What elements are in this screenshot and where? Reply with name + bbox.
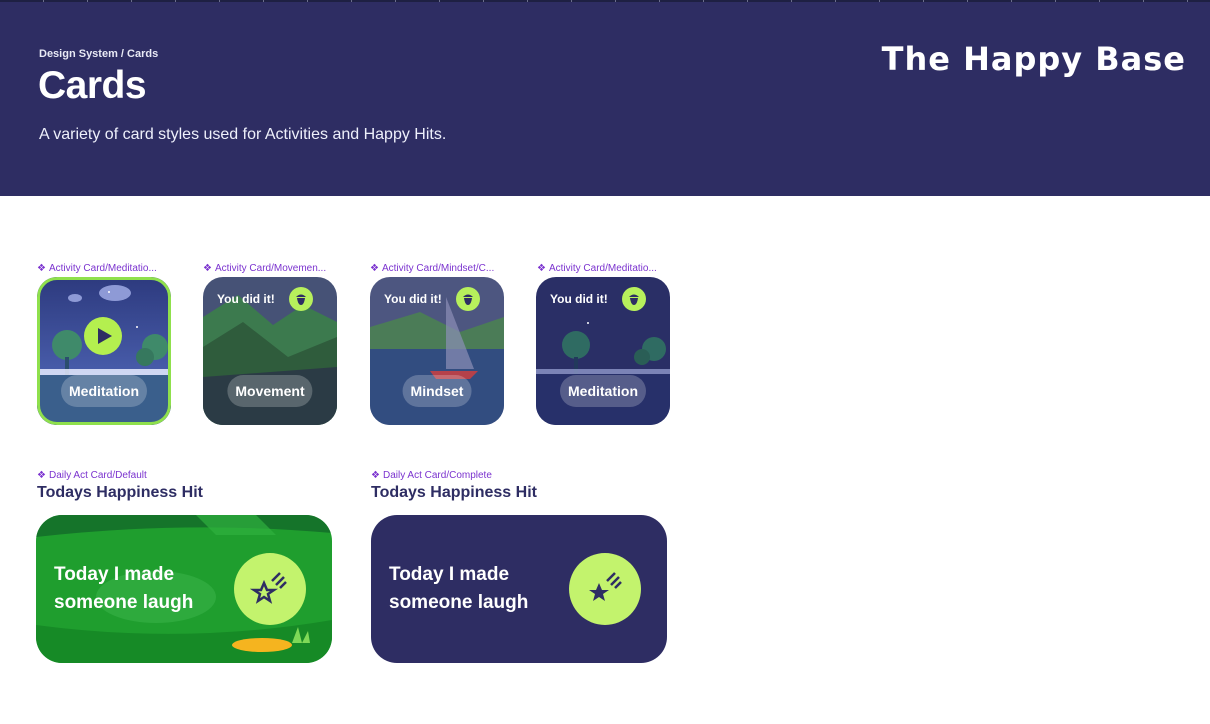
star-icon — [250, 572, 287, 604]
page-header: Design System / Cards Cards A variety of… — [0, 0, 1210, 196]
breadcrumb[interactable]: Design System / Cards — [39, 48, 158, 60]
component-icon: ❖ — [37, 470, 46, 481]
component-label-activity-mindset[interactable]: ❖ Activity Card/Mindset/C... — [370, 263, 505, 274]
complete-badge-text: You did it! — [384, 292, 442, 306]
section-title-complete: Todays Happiness Hit — [371, 484, 537, 501]
activity-label: Meditation — [560, 375, 646, 407]
activity-label: Mindset — [402, 375, 472, 407]
activity-card-meditation-complete[interactable]: You did it! Meditation — [536, 277, 670, 425]
activity-card-mindset[interactable]: You did it! Mindset — [370, 277, 504, 425]
daily-act-card-complete[interactable]: Today I made someone laugh — [371, 515, 667, 663]
play-button[interactable] — [84, 317, 122, 355]
activity-card-movement[interactable]: You did it! Movement — [203, 277, 337, 425]
component-icon: ❖ — [537, 263, 546, 274]
daily-act-text: Today I made someone laugh — [54, 564, 194, 613]
activity-card-meditation[interactable]: Meditation — [37, 277, 171, 425]
acorn-icon — [622, 287, 646, 311]
star-button[interactable] — [569, 553, 641, 625]
brand-logo: The Happy Base — [881, 40, 1186, 78]
component-icon: ❖ — [203, 263, 212, 274]
acorn-icon — [456, 287, 480, 311]
component-icon: ❖ — [37, 263, 46, 274]
daily-act-card-default[interactable]: Today I made someone laugh — [36, 515, 332, 663]
complete-badge-text: You did it! — [217, 292, 275, 306]
component-label-activity-movement[interactable]: ❖ Activity Card/Movemen... — [203, 263, 338, 274]
component-icon: ❖ — [371, 470, 380, 481]
daily-act-text: Today I made someone laugh — [389, 564, 529, 613]
star-button[interactable] — [234, 553, 306, 625]
component-icon: ❖ — [370, 263, 379, 274]
page-title: Cards — [38, 64, 147, 107]
play-icon — [98, 328, 112, 344]
component-label-daily-complete[interactable]: ❖ Daily Act Card/Complete — [371, 470, 571, 481]
acorn-icon — [289, 287, 313, 311]
activity-label: Movement — [227, 375, 313, 407]
page-subtitle: A variety of card styles used for Activi… — [39, 126, 447, 143]
component-label-activity-meditation[interactable]: ❖ Activity Card/Meditatio... — [37, 263, 172, 274]
star-icon — [589, 572, 622, 601]
component-label-daily-default[interactable]: ❖ Daily Act Card/Default — [37, 470, 237, 481]
complete-badge-text: You did it! — [550, 292, 608, 306]
canvas-ruler — [0, 0, 1210, 2]
component-label-activity-meditation-complete[interactable]: ❖ Activity Card/Meditatio... — [537, 263, 672, 274]
activity-label: Meditation — [61, 375, 147, 407]
section-title-default: Todays Happiness Hit — [37, 484, 203, 501]
